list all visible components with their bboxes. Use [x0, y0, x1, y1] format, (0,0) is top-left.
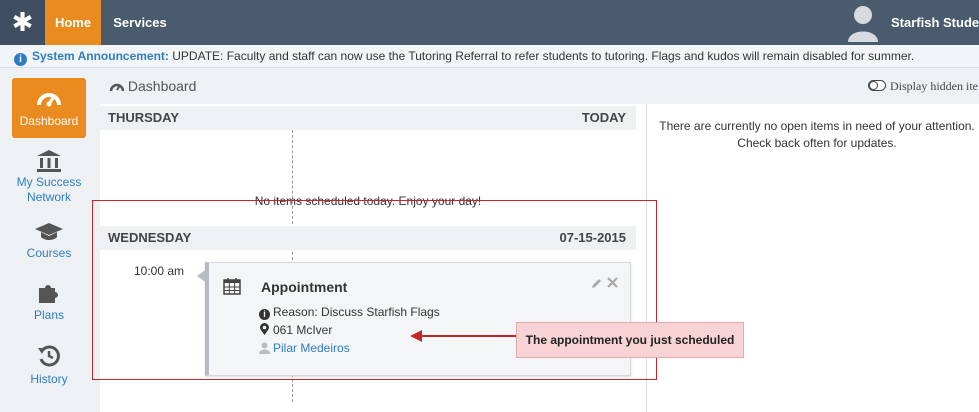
institution-icon — [37, 150, 61, 172]
day-date: TODAY — [581, 110, 626, 125]
sidebar-item-label: History — [30, 372, 68, 386]
system-announcement: i System Announcement: UPDATE: Faculty an… — [0, 45, 979, 68]
annotation-callout: The appointment you just scheduled — [516, 322, 744, 358]
info-icon: i — [14, 53, 27, 66]
day-name: THURSDAY — [108, 110, 180, 125]
history-icon — [38, 345, 60, 367]
no-open-items-line: Check back often for updates. — [737, 136, 897, 150]
user-name[interactable]: Starfish Student — [891, 0, 979, 45]
announcement-label: System Announcement: — [32, 49, 169, 63]
toggle-switch-icon — [868, 80, 886, 91]
right-panel: There are currently no open items in nee… — [646, 104, 979, 412]
no-open-items-message: There are currently no open items in nee… — [647, 118, 979, 152]
no-open-items-line: There are currently no open items in nee… — [659, 119, 975, 133]
sidebar-item-plans[interactable]: Plans — [12, 280, 86, 326]
dashboard-header: Dashboard Display hidden ite — [100, 68, 979, 105]
page-title-text: Dashboard — [127, 78, 197, 94]
callout-arrow — [410, 330, 518, 342]
sidebar-item-dashboard[interactable]: Dashboard — [12, 78, 86, 138]
sidebar-item-my-success-network[interactable]: My Success Network — [12, 145, 86, 207]
page-title: Dashboard — [109, 68, 197, 104]
display-hidden-items-label: Display hidden ite — [890, 79, 978, 93]
sidebar-item-label: My Success Network — [16, 175, 82, 204]
sidebar-item-label: Courses — [26, 246, 72, 260]
starfish-logo-icon[interactable]: ✱ — [0, 0, 45, 45]
speedometer-icon — [109, 83, 125, 92]
puzzle-icon — [39, 285, 58, 303]
tab-home[interactable]: Home — [45, 0, 101, 45]
display-hidden-items-toggle[interactable]: Display hidden ite — [868, 68, 978, 104]
sidebar-item-history[interactable]: History — [12, 344, 86, 390]
announcement-text: UPDATE: Faculty and staff can now use th… — [168, 49, 915, 63]
top-navigation-bar: ✱ Home Services Starfish Student — [0, 0, 979, 45]
sidebar-item-label: Plans — [33, 308, 65, 322]
graduation-cap-icon — [35, 223, 63, 240]
speedometer-icon — [37, 93, 61, 107]
tab-services[interactable]: Services — [109, 0, 171, 45]
sidebar-item-courses[interactable]: Courses — [12, 220, 86, 266]
day-header-thursday: THURSDAY TODAY — [100, 106, 636, 130]
sidebar-item-label: Dashboard — [19, 114, 79, 128]
user-avatar-icon[interactable] — [846, 4, 880, 42]
